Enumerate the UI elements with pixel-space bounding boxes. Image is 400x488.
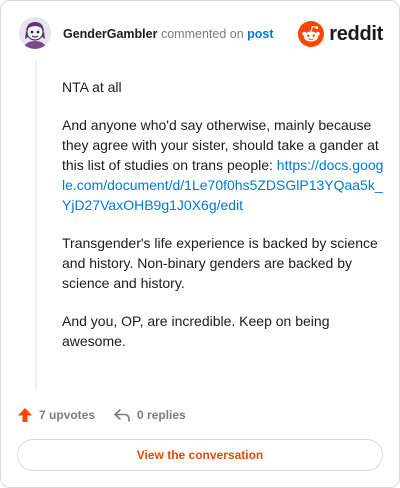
reply-arrow-icon	[114, 409, 130, 422]
byline: GenderGambler commented on post	[63, 27, 274, 41]
reddit-logo[interactable]: reddit	[298, 20, 383, 48]
view-conversation-button[interactable]: View the conversation	[17, 439, 383, 471]
post-link[interactable]: post	[247, 27, 273, 41]
comment-paragraph: NTA at all	[62, 79, 122, 95]
comment-actions: 7 upvotes 0 replies	[17, 404, 186, 426]
upvote-count: 7 upvotes	[39, 408, 96, 422]
reply-button[interactable]: 0 replies	[113, 407, 186, 423]
avatar-snoo-icon	[19, 17, 51, 49]
comment-header: GenderGambler commented on post reddit	[17, 17, 383, 51]
reddit-alien-icon	[298, 21, 325, 47]
upvote-button[interactable]: 7 upvotes	[17, 407, 95, 423]
upvote-arrow-icon	[18, 408, 32, 422]
comment-embed-card: GenderGambler commented on post reddit N…	[0, 0, 400, 488]
commented-on-text: commented on	[160, 27, 244, 41]
reply-count: 0 replies	[137, 408, 186, 422]
comment-paragraph: Transgender's life experience is backed …	[62, 235, 378, 291]
reddit-wordmark: reddit	[329, 22, 383, 45]
avatar[interactable]	[19, 17, 51, 49]
comment-paragraph: And you, OP, are incredible. Keep on bei…	[62, 313, 330, 349]
comment-body: NTA at all And anyone who'd say otherwis…	[62, 77, 384, 369]
comment-paragraph: And anyone who'd say otherwise, mainly b…	[62, 115, 384, 215]
thread-line	[35, 61, 37, 391]
username-link[interactable]: GenderGambler	[63, 27, 157, 41]
